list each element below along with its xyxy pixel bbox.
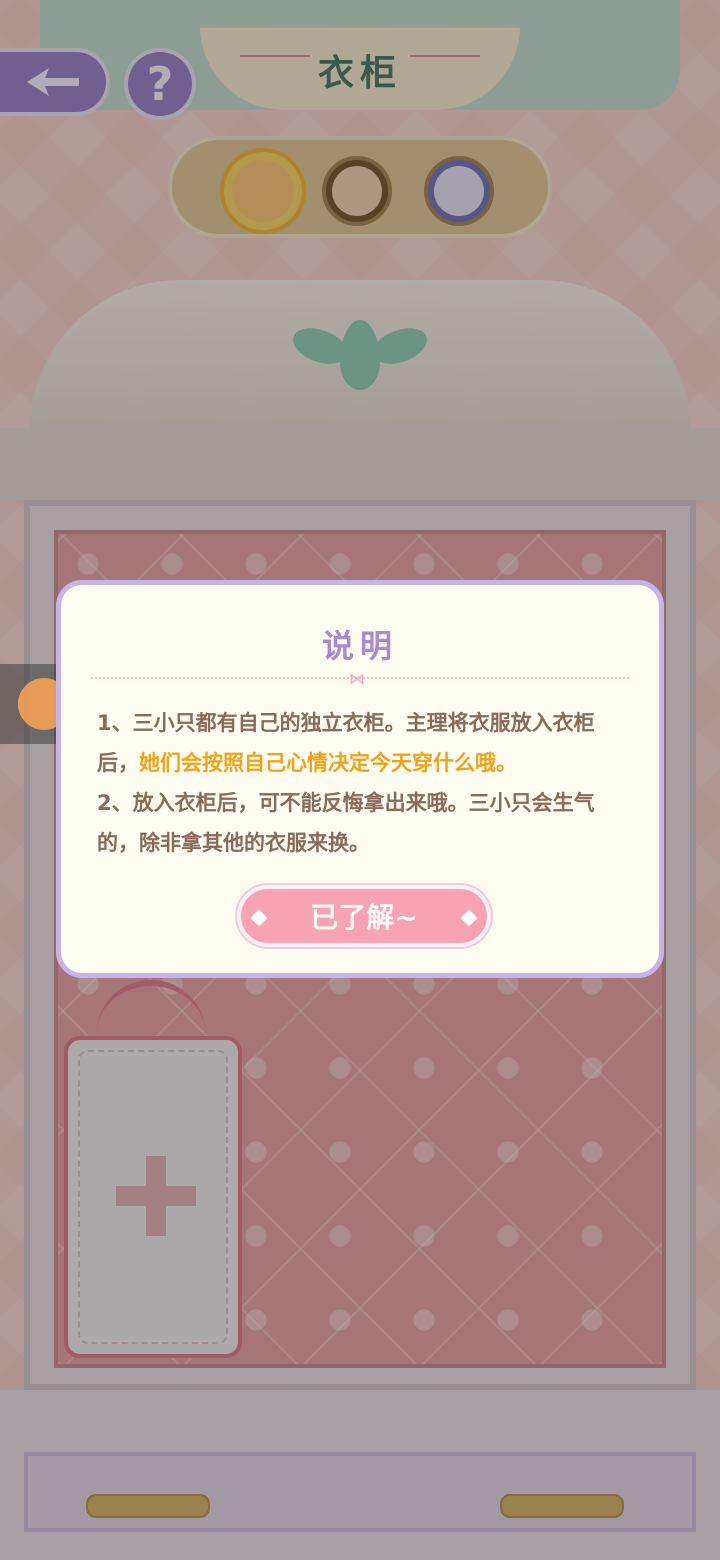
dialog-body: 1、三小只都有自己的独立衣柜。主理将衣服放入衣柜后，她们会按照自己心情决定今天穿… <box>97 703 625 863</box>
confirm-label: 已了解~ <box>310 901 418 934</box>
diamond-icon <box>250 909 268 927</box>
diamond-icon <box>460 909 478 927</box>
dialog-title: 说明 <box>321 627 398 665</box>
instruction-1-highlight: 她们会按照自己心情决定今天穿什么哦。 <box>139 751 517 775</box>
confirm-button[interactable]: 已了解~ <box>237 885 491 947</box>
instruction-dialog: 说明 ⋈ 1、三小只都有自己的独立衣柜。主理将衣服放入衣柜后，她们会按照自己心情… <box>56 580 664 978</box>
bow-icon: ⋈ <box>349 669 365 688</box>
instruction-2: 2、放入衣柜后，可不能反悔拿出来哦。三小只会生气的，除非拿其他的衣服来换。 <box>97 791 595 855</box>
